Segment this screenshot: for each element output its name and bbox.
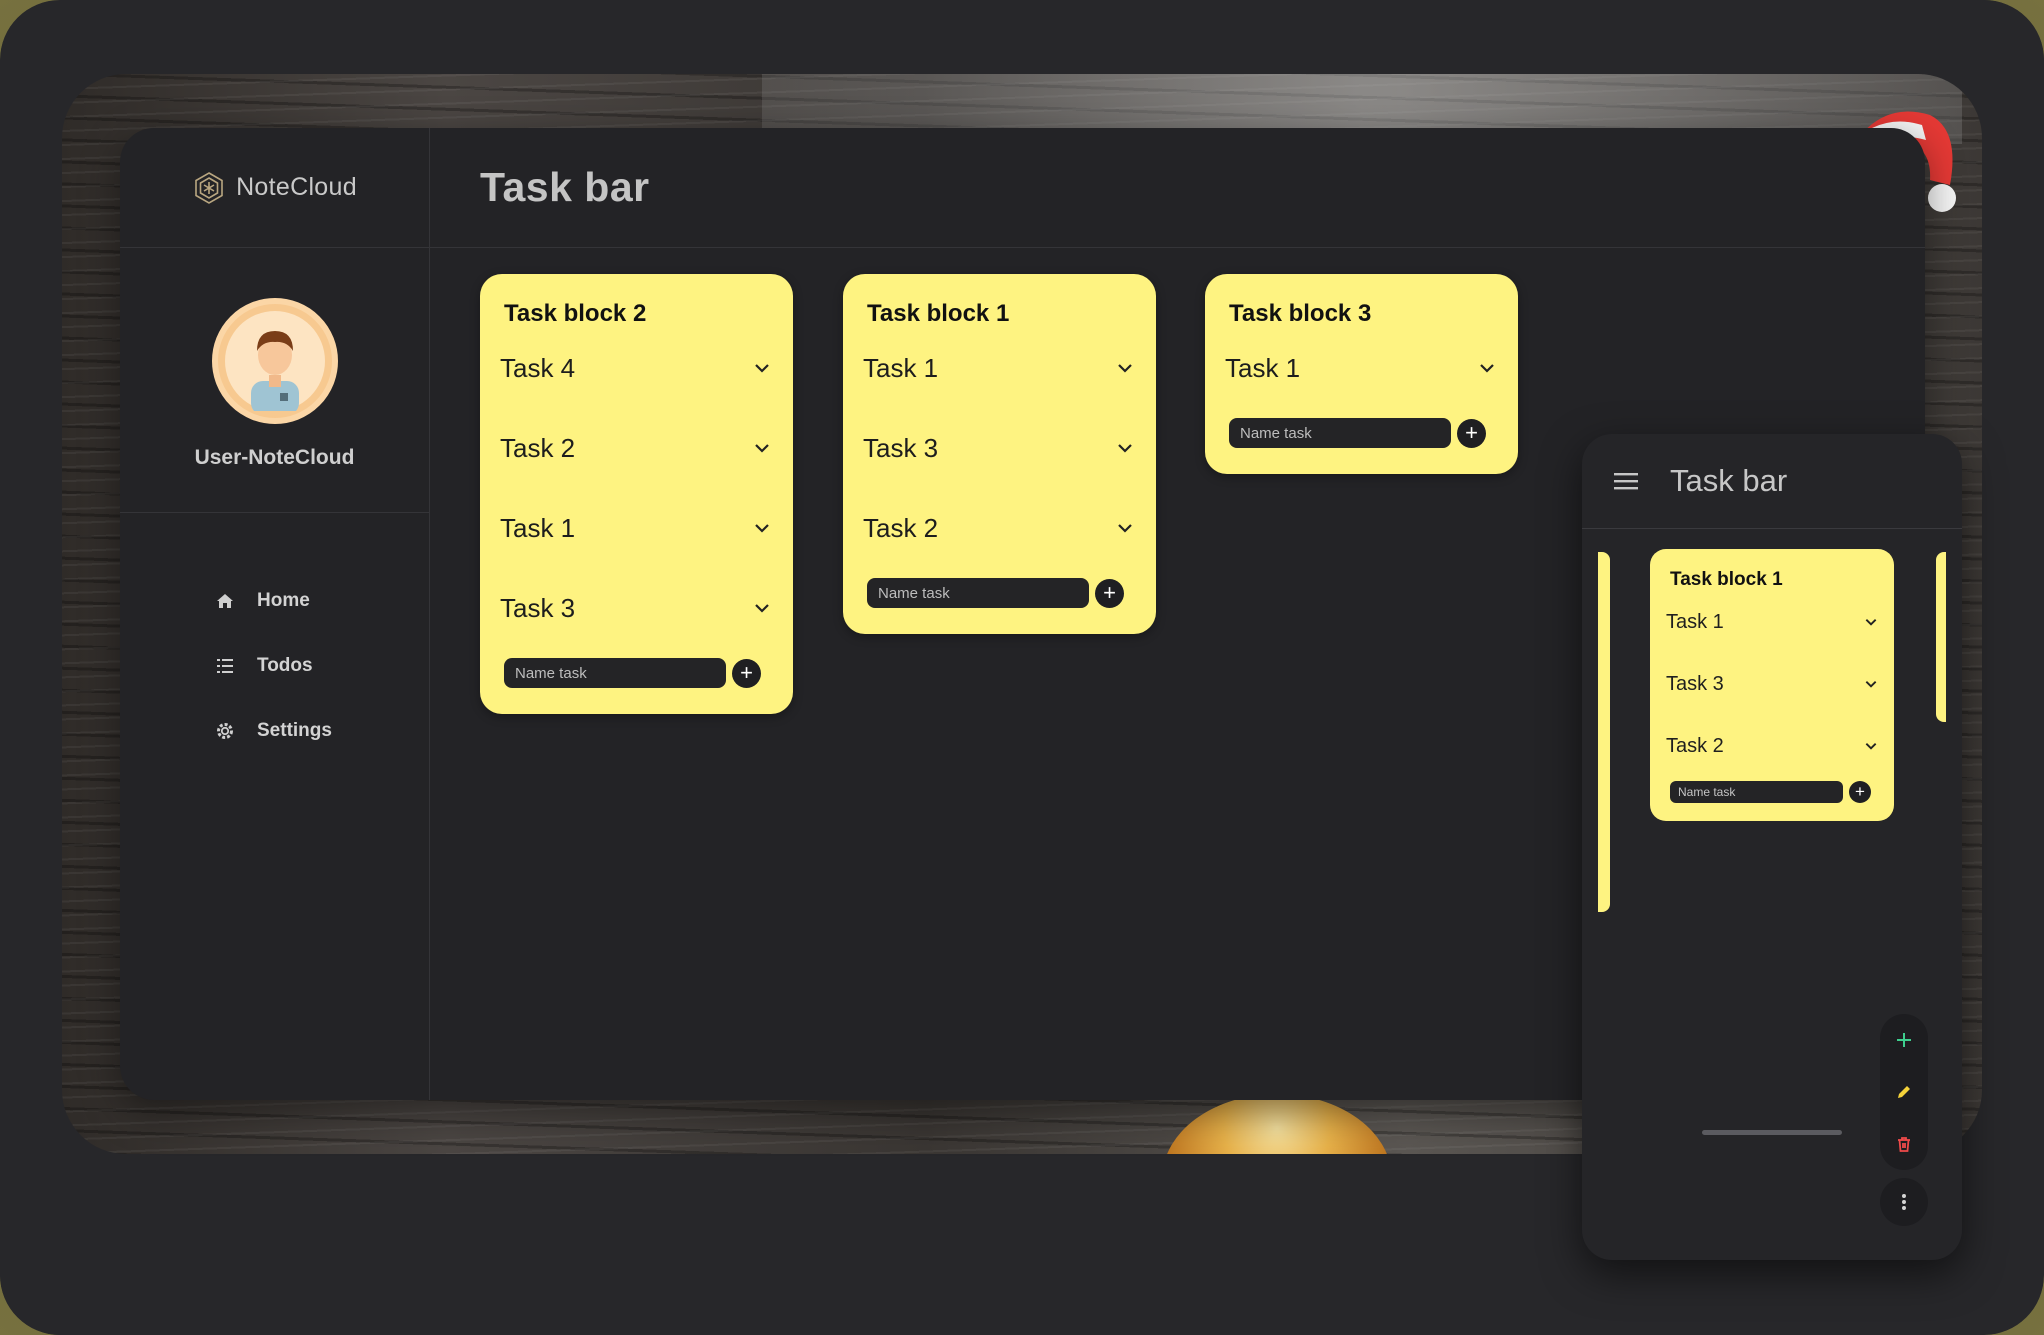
chevron-down-icon[interactable] [753,439,771,457]
add-task-row: + [1225,418,1496,448]
add-task-button[interactable]: + [1457,418,1486,448]
mobile-task-block: Task block 1 Task 1 Task 3 Task 2 + [1650,549,1894,821]
task-item[interactable]: Task 1 [1666,591,1878,653]
edit-pencil-icon[interactable] [1895,1083,1913,1101]
previous-block-edge[interactable] [1598,552,1610,912]
next-block-edge[interactable] [1936,552,1946,722]
task-block: Task block 2 Task 4 Task 2 Task 1 Task 3… [480,274,793,714]
task-label: Task 1 [1666,610,1724,633]
task-label: Task 2 [1666,734,1724,757]
task-label: Task 2 [863,512,939,543]
chevron-down-icon[interactable] [1864,677,1878,691]
fab-action-group [1880,1014,1928,1170]
name-task-input[interactable] [1670,781,1843,803]
task-block: Task block 3 Task 1 + [1205,274,1518,474]
add-task-row: + [500,658,771,688]
page-title: Task bar [480,164,650,210]
nav-item-todos[interactable]: Todos [215,633,429,698]
more-options-button[interactable] [1880,1178,1928,1226]
nav-item-settings[interactable]: Settings [215,698,429,763]
plus-icon: + [1855,782,1865,801]
task-label: Task 1 [500,512,576,543]
task-block-title[interactable]: Task block 3 [1225,300,1496,328]
wallpaper-orange [1162,1094,1392,1154]
nav-item-home[interactable]: Home [215,568,429,633]
plus-icon: + [1465,420,1478,445]
trash-icon[interactable] [1895,1135,1913,1153]
more-vertical-icon [1902,1194,1906,1210]
add-task-button[interactable]: + [1849,781,1871,803]
task-item[interactable]: Task 1 [500,488,771,568]
nav-item-label: Settings [257,719,332,741]
task-label: Task 3 [500,592,576,623]
notecloud-logo-icon [195,171,223,204]
task-label: Task 1 [1225,352,1301,383]
task-item[interactable]: Task 3 [1666,653,1878,715]
task-item[interactable]: Task 1 [863,328,1134,408]
username: User-NoteCloud [194,446,355,469]
mobile-preview: Task bar Task block 1 Task 1 Task 3 Task… [1582,434,1962,1260]
home-indicator [1702,1130,1842,1135]
chevron-down-icon[interactable] [1478,359,1496,377]
chevron-down-icon[interactable] [1864,615,1878,629]
home-icon [217,593,233,608]
sidebar: NoteCloud User-NoteCloud Home Todos Sett… [120,128,430,1100]
name-task-input[interactable] [1229,418,1451,448]
hamburger-menu-icon[interactable] [1614,471,1640,491]
task-block-title[interactable]: Task block 1 [863,300,1134,328]
task-item[interactable]: Task 2 [863,488,1134,568]
list-icon [217,658,233,673]
chevron-down-icon[interactable] [1116,359,1134,377]
sidebar-nav: Home Todos Settings [120,513,429,763]
main-header: Task bar [430,128,1925,248]
task-label: Task 3 [1666,672,1724,695]
task-block: Task block 1 Task 1 Task 3 Task 2 + [843,274,1156,634]
add-task-button[interactable]: + [732,658,761,688]
name-task-input[interactable] [867,578,1089,608]
task-label: Task 2 [500,432,576,463]
mobile-header: Task bar [1582,434,1962,529]
task-item[interactable]: Task 1 [1225,328,1496,408]
task-label: Task 1 [863,352,939,383]
chevron-down-icon[interactable] [1116,519,1134,537]
task-block-title[interactable]: Task block 2 [500,300,771,328]
chevron-down-icon[interactable] [753,359,771,377]
chevron-down-icon[interactable] [753,599,771,617]
add-task-row: + [863,578,1134,608]
task-item[interactable]: Task 2 [1666,715,1878,777]
logo[interactable]: NoteCloud [120,128,429,248]
task-item[interactable]: Task 3 [500,568,771,648]
avatar[interactable] [211,298,338,424]
task-label: Task 3 [863,432,939,463]
user-profile: User-NoteCloud [120,248,429,513]
user-avatar-icon [224,311,325,411]
task-item[interactable]: Task 3 [863,408,1134,488]
nav-item-label: Home [257,589,310,611]
nav-item-label: Todos [257,654,313,676]
add-block-icon[interactable] [1895,1031,1913,1049]
task-item[interactable]: Task 4 [500,328,771,408]
plus-icon: + [740,660,753,685]
name-task-input[interactable] [504,658,726,688]
task-label: Task 4 [500,352,576,383]
chevron-down-icon[interactable] [1864,739,1878,753]
logo-text: NoteCloud [236,173,357,201]
add-task-button[interactable]: + [1095,578,1124,608]
plus-icon: + [1103,580,1116,605]
chevron-down-icon[interactable] [1116,439,1134,457]
task-item[interactable]: Task 2 [500,408,771,488]
mobile-page-title: Task bar [1670,463,1788,498]
task-block-title[interactable]: Task block 1 [1666,569,1878,591]
chevron-down-icon[interactable] [753,519,771,537]
gear-icon [217,722,233,739]
add-task-row: + [1666,781,1878,803]
